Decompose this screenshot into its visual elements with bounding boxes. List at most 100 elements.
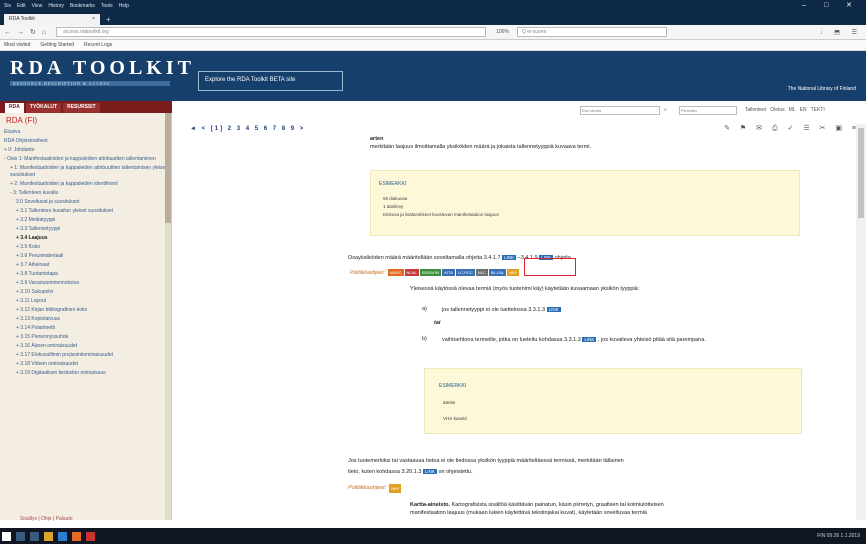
bookmark-item[interactable]: Recent Logs (84, 42, 112, 48)
bookmark-item[interactable]: Getting Started (40, 42, 74, 48)
sidebar-title: RDA (FI) (6, 116, 38, 125)
sidebar-item[interactable]: + 3.7 Aiheinaat (0, 261, 171, 270)
sidebar-item[interactable]: + 2: Manifestaatioiden ja kappaleiden id… (0, 180, 171, 189)
sidebar-item[interactable]: - Osio 1: Manifestaatioiden ja kappaleid… (0, 155, 171, 164)
policy-badge[interactable]: NLC (475, 269, 488, 276)
sidebar-item[interactable]: + 3.3 Tallennetyyppi (0, 225, 171, 234)
sidebar-tabs: RDA TYÖKALUT RESURSSIT (0, 101, 172, 113)
sidebar-item[interactable]: + 3.4 Laajuus (0, 234, 171, 243)
file-explorer-icon[interactable] (44, 531, 53, 541)
policy-badges: MARC NLNL ERDAFIN KITA LC-PCC NLC BL-LBL NBF (387, 269, 520, 276)
policy-badge[interactable]: KITA (442, 269, 455, 276)
text: , jos kuvaileva yhteisö pitää sitä parem… (597, 337, 706, 343)
policy-badge[interactable]: LC-PCC (455, 269, 475, 276)
sidebar-item[interactable]: + 3.17 Elokuvafilmin projisointiominaisu… (0, 351, 171, 360)
quick-search-input[interactable]: Pikahaku (678, 105, 737, 115)
search-field[interactable]: Q ei-suomi (516, 27, 667, 37)
system-tray[interactable]: FIN 09:26 1.1.2019 (817, 533, 860, 539)
rule-link[interactable]: LINK (582, 337, 597, 342)
browser-tab[interactable]: RDA Toolkit × (4, 14, 100, 25)
sidebar-scrollbar[interactable] (165, 113, 171, 520)
sidebar-item[interactable]: RDA Ohjeistoaiheet (0, 137, 171, 146)
sidebar-item[interactable]: 3.0 Soveltuvat ja suositukset (0, 198, 171, 207)
tab-rda[interactable]: RDA (5, 103, 24, 113)
en-label[interactable]: EN (800, 107, 807, 113)
sidebar-item[interactable]: + 3.1 Tallenteen kuvailun yleiset suosit… (0, 207, 171, 216)
policy-badge[interactable]: NBF (507, 269, 520, 276)
sidebar-item[interactable]: + 3.11 Layout (0, 297, 171, 306)
search-icon[interactable] (16, 531, 25, 541)
task-view-icon[interactable] (30, 531, 39, 541)
scrollbar-thumb[interactable] (165, 113, 171, 223)
paragraph: merkitään laajuus ilmoittamalla yksiköid… (370, 144, 592, 150)
sidebar-item[interactable]: + 0: Johdanto (0, 146, 171, 155)
bookmark-item[interactable]: Most visited (4, 42, 30, 48)
sidebar-item[interactable]: + 3.12 Kirjan bibliografinen koko (0, 306, 171, 315)
menu-item[interactable]: Bookmarks (70, 3, 95, 9)
toolbar-actions[interactable]: ↓ ⬒ ☰ (820, 29, 862, 36)
browser-window: Sis Edit View History Bookmarks Tools Help – □… (0, 0, 866, 544)
menu-item[interactable]: History (48, 3, 64, 9)
sidebar-item[interactable]: + 3.5 Koko (0, 243, 171, 252)
forward-icon[interactable]: → (17, 29, 24, 36)
firefox-icon[interactable] (72, 531, 81, 541)
reload-icon[interactable]: ↻ (30, 28, 36, 36)
tab-resources[interactable]: RESURSSIT (63, 103, 100, 113)
policy-badge[interactable]: NBF (389, 484, 402, 493)
rule-link[interactable]: LINK (422, 469, 437, 474)
edge-icon[interactable] (58, 531, 67, 541)
sidebar-item[interactable]: + 3.10 Sukupolvi (0, 288, 171, 297)
sidebar-item[interactable]: - 3: Tallenteen kuvailu (0, 189, 171, 198)
sidebar-item[interactable]: + 3.19 Digitaalisen tiedoston ominaisuus (0, 369, 171, 378)
start-icon[interactable] (2, 531, 11, 541)
sidebar-item[interactable]: Etusivu (0, 128, 171, 137)
sidebar-item[interactable]: + 3.16 Äänen ominaisuudet (0, 342, 171, 351)
sidebar-item[interactable]: + 3.9 Varastuominennoksiva (0, 279, 171, 288)
filter-label[interactable]: Tallenteet (745, 107, 766, 113)
default-label[interactable]: Oletus (770, 107, 784, 113)
sidebar-item[interactable]: + 3.14 Polariteetti (0, 324, 171, 333)
app-icon[interactable] (86, 531, 95, 541)
ml-label[interactable]: ML (789, 107, 796, 113)
window-controls[interactable]: – □ ✕ (802, 1, 860, 9)
tab-tools[interactable]: TYÖKALUT (25, 103, 62, 113)
scrollbar-thumb[interactable] (858, 128, 864, 218)
tab-close-icon[interactable]: × (92, 16, 95, 23)
sidebar-item[interactable]: + 3.8 Tuotantotapa (0, 270, 171, 279)
menu-item[interactable]: Tools (101, 3, 113, 9)
beta-site-button[interactable]: Explore the RDA Toolkit BETA site (198, 71, 343, 91)
sidebar-item[interactable]: + 3.6 Perusmateriaali (0, 252, 171, 261)
sidebar-footer[interactable]: Sisällys | Ohje | Palaute (0, 516, 172, 526)
new-tab-icon[interactable]: + (106, 15, 111, 25)
menu-item[interactable]: View (32, 3, 43, 9)
example-item: VHS-kasetti (443, 416, 467, 421)
policy-badge[interactable]: ERDAFIN (419, 269, 442, 276)
content-scrollbar[interactable] (856, 124, 866, 520)
zoom-level[interactable]: 100% (496, 29, 509, 35)
text: Kartografisista sisältöä käsittävän pain… (451, 502, 664, 508)
menu-item[interactable]: Sis (4, 3, 11, 9)
sidebar-item[interactable]: + 3.18 Videon ominaisuudet (0, 360, 171, 369)
sidebar-item[interactable]: + 3.15 Pienennyssuhde (0, 333, 171, 342)
back-icon[interactable]: ← (4, 29, 11, 36)
conjunction: tai (434, 320, 441, 326)
paragraph: manifestaation laajuus (mukaan lukien kä… (410, 510, 647, 516)
url-field[interactable]: access.rdatoolkit.org (56, 27, 487, 37)
policy-badge[interactable]: BL-LBL (488, 269, 507, 276)
sidebar-item[interactable]: + 1: Manifestaatioiden ja kappaleiden at… (0, 164, 171, 180)
menu-item[interactable]: Help (119, 3, 129, 9)
sidebar-item[interactable]: + 3.2 Mediatyyppi (0, 216, 171, 225)
policy-badge[interactable]: NLNL (404, 269, 419, 276)
menu-item[interactable]: Edit (17, 3, 26, 9)
rda-logo[interactable]: RDA TOOLKIT RESOURCE DESCRIPTION & ACCES… (10, 57, 195, 86)
search-icon[interactable]: ⌕ (664, 107, 667, 113)
logo-text: RDA TOOLKIT (10, 57, 195, 79)
page-pager[interactable]: ◄ < [1] 2 3 4 5 6 7 8 9 > (190, 126, 305, 132)
rule-link[interactable]: LINK (502, 255, 517, 260)
policy-badge[interactable]: MARC (387, 269, 404, 276)
home-icon[interactable]: ⌂ (42, 29, 46, 36)
text-label[interactable]: TEKTI (811, 107, 825, 113)
sidebar-item[interactable]: + 3.13 Kopiotaivuus (0, 315, 171, 324)
page-search-input[interactable]: Etsi sivulta (580, 105, 660, 115)
rule-link[interactable]: LINK (546, 307, 561, 312)
